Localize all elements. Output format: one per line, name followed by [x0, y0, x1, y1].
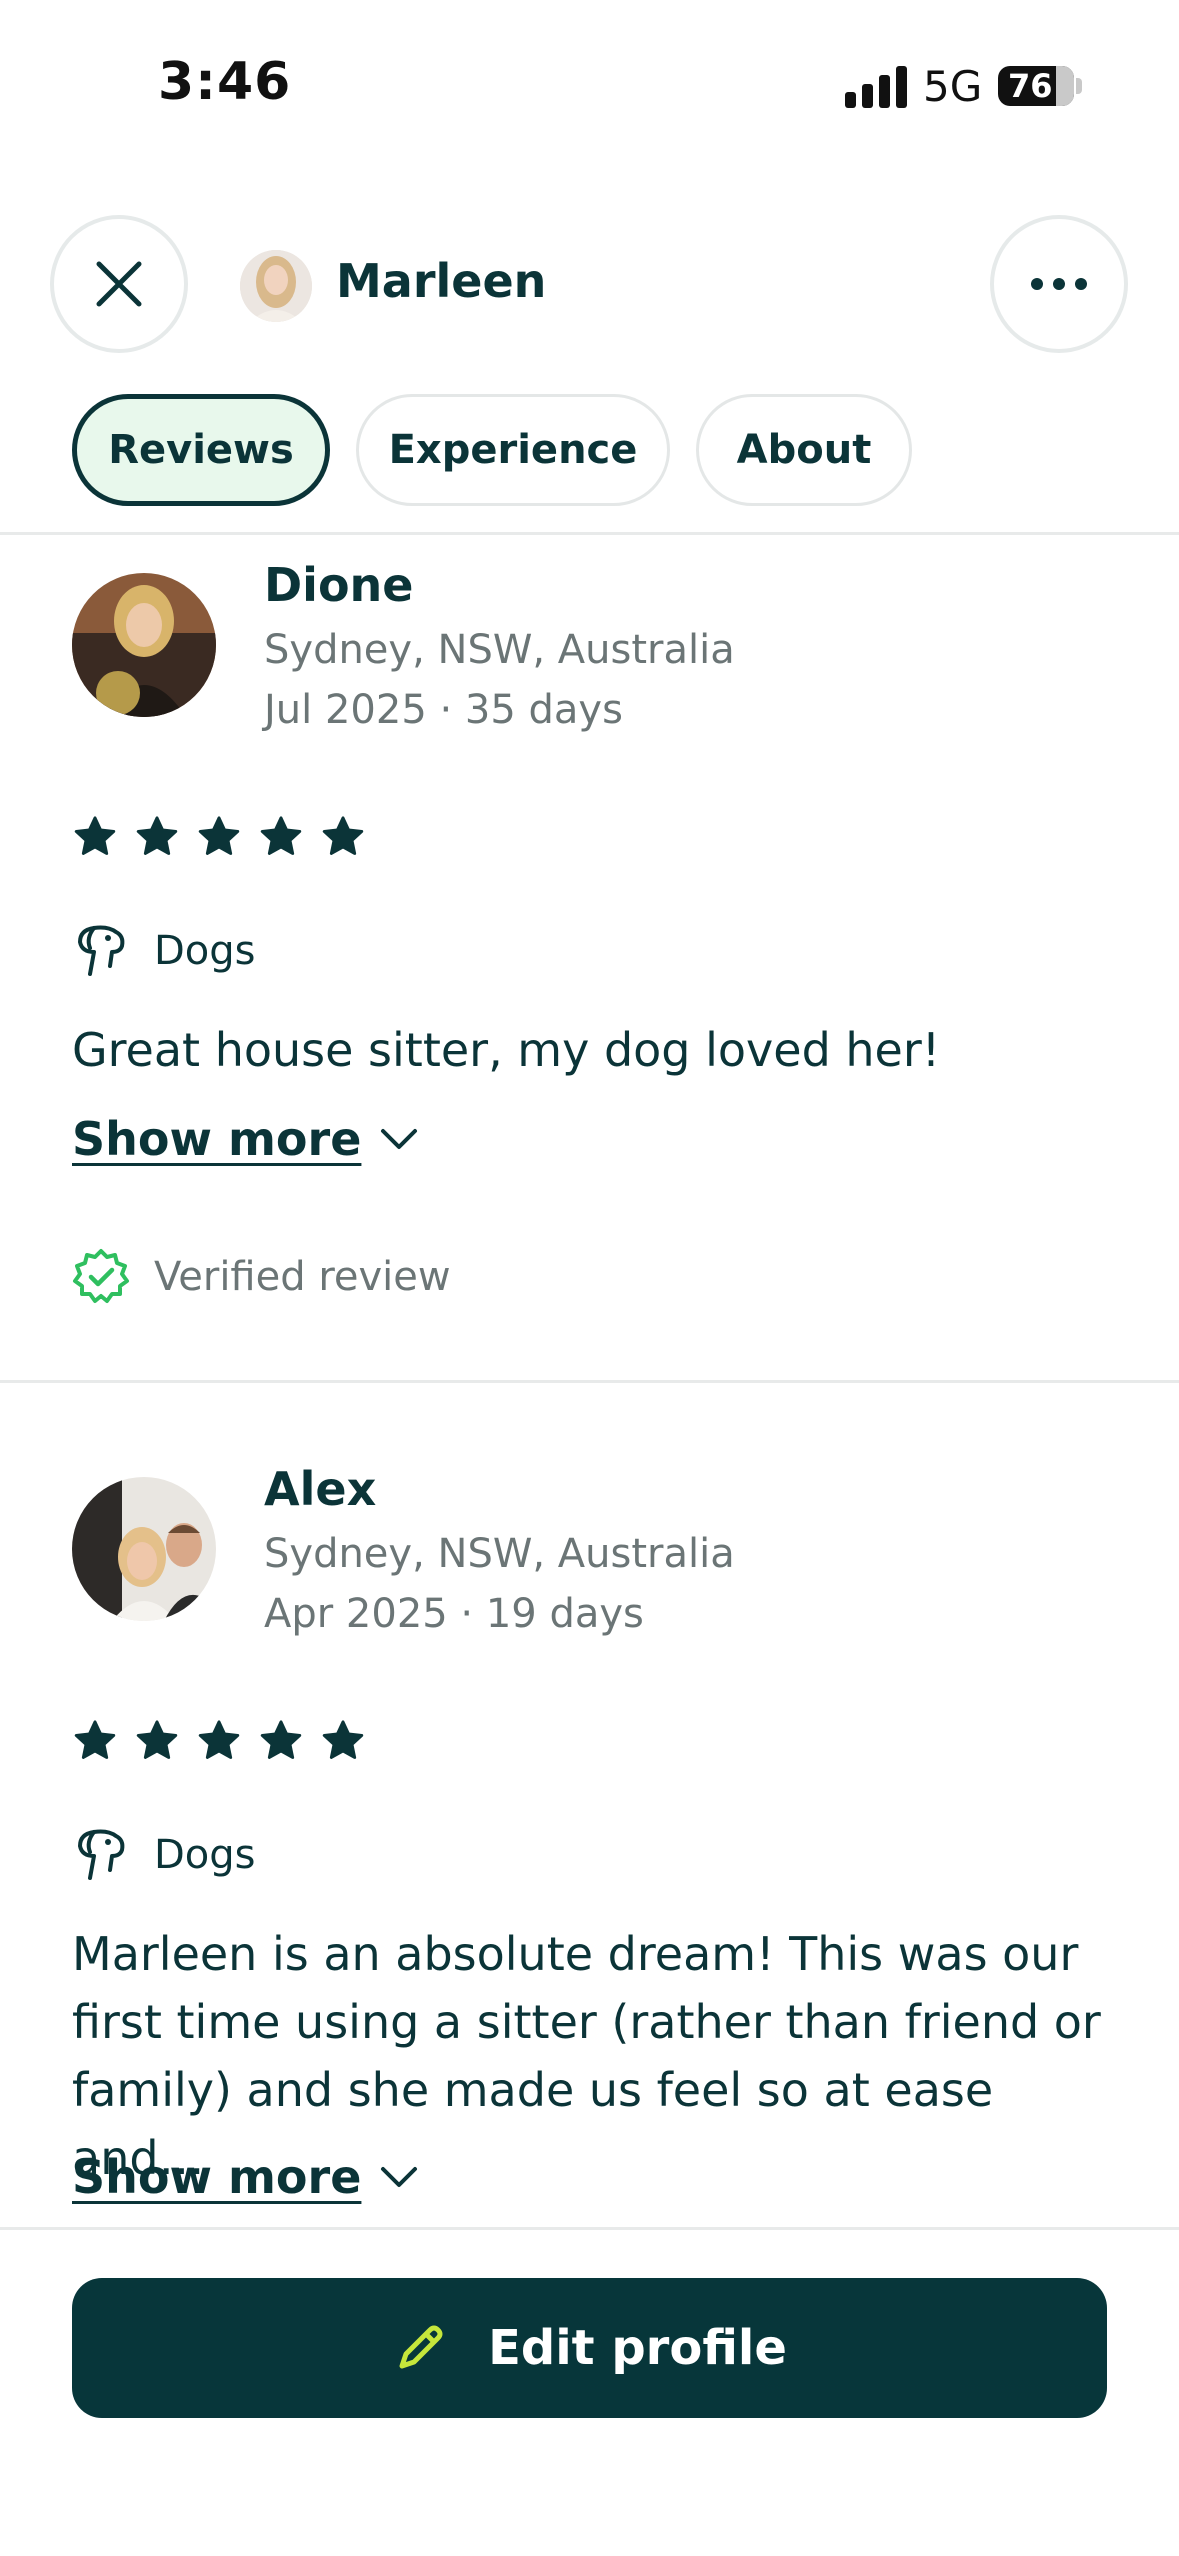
- reviewer-name: Alex: [264, 1462, 377, 1516]
- reviewer-name: Dione: [264, 558, 414, 612]
- tab-about[interactable]: About: [696, 394, 912, 506]
- status-time: 3:46: [158, 52, 292, 112]
- pet-type-label: Dogs: [154, 928, 256, 974]
- dog-icon: [78, 1829, 125, 1880]
- cellular-signal-icon: [845, 64, 907, 108]
- reviewer-avatar: [72, 573, 216, 717]
- verified-review-row: Verified review: [72, 1248, 451, 1306]
- header-divider: [0, 532, 1179, 535]
- verified-badge-icon: [73, 1249, 129, 1303]
- star-icon: [136, 816, 178, 855]
- rating-stars: [72, 1718, 366, 1764]
- header-avatar: [240, 250, 312, 322]
- more-horizontal-icon: [1031, 278, 1087, 290]
- reviewer-location: Sydney, NSW, Australia: [264, 1531, 735, 1577]
- show-more-label: Show more: [72, 1112, 362, 1166]
- star-icon: [260, 1720, 302, 1759]
- edit-profile-button[interactable]: Edit profile: [72, 2278, 1107, 2418]
- chevron-down-icon: [381, 2167, 418, 2187]
- star-icon: [74, 816, 116, 855]
- more-options-button[interactable]: [990, 215, 1128, 353]
- review-date: Jul 2025 · 35 days: [264, 687, 623, 733]
- star-icon: [198, 816, 240, 855]
- show-more-button[interactable]: Show more: [72, 1112, 419, 1166]
- review-text: Great house sitter, my dog loved her!: [72, 1023, 941, 1077]
- star-icon: [136, 1720, 178, 1759]
- dog-icon: [78, 925, 125, 976]
- pet-type-row: Dogs: [72, 922, 256, 980]
- star-icon: [322, 1720, 364, 1759]
- reviewer-location: Sydney, NSW, Australia: [264, 627, 735, 673]
- battery-level: 76: [1008, 67, 1053, 105]
- close-icon: [96, 261, 142, 307]
- reviewer-avatar: [72, 1477, 216, 1621]
- star-icon: [260, 816, 302, 855]
- pencil-icon: [399, 2325, 443, 2369]
- star-icon: [322, 816, 364, 855]
- tab-reviews[interactable]: Reviews: [72, 394, 330, 506]
- pet-type-label: Dogs: [154, 1832, 256, 1878]
- battery-icon: 76: [998, 66, 1074, 106]
- pet-type-row: Dogs: [72, 1826, 256, 1884]
- edit-profile-label: Edit profile: [488, 2320, 787, 2376]
- verified-review-label: Verified review: [154, 1254, 451, 1300]
- review-date: Apr 2025 · 19 days: [264, 1591, 644, 1637]
- battery-cap: [1076, 78, 1082, 94]
- review-divider: [0, 1380, 1179, 1383]
- footer-divider: [0, 2227, 1179, 2230]
- network-type: 5G: [923, 62, 983, 111]
- star-icon: [74, 1720, 116, 1759]
- star-icon: [198, 1720, 240, 1759]
- close-button[interactable]: [50, 215, 188, 353]
- show-more-label: Show more: [72, 2150, 362, 2204]
- profile-name: Marleen: [336, 254, 547, 308]
- rating-stars: [72, 814, 366, 860]
- tab-experience[interactable]: Experience: [356, 394, 670, 506]
- chevron-down-icon: [381, 1129, 418, 1149]
- show-more-button[interactable]: Show more: [72, 2150, 419, 2204]
